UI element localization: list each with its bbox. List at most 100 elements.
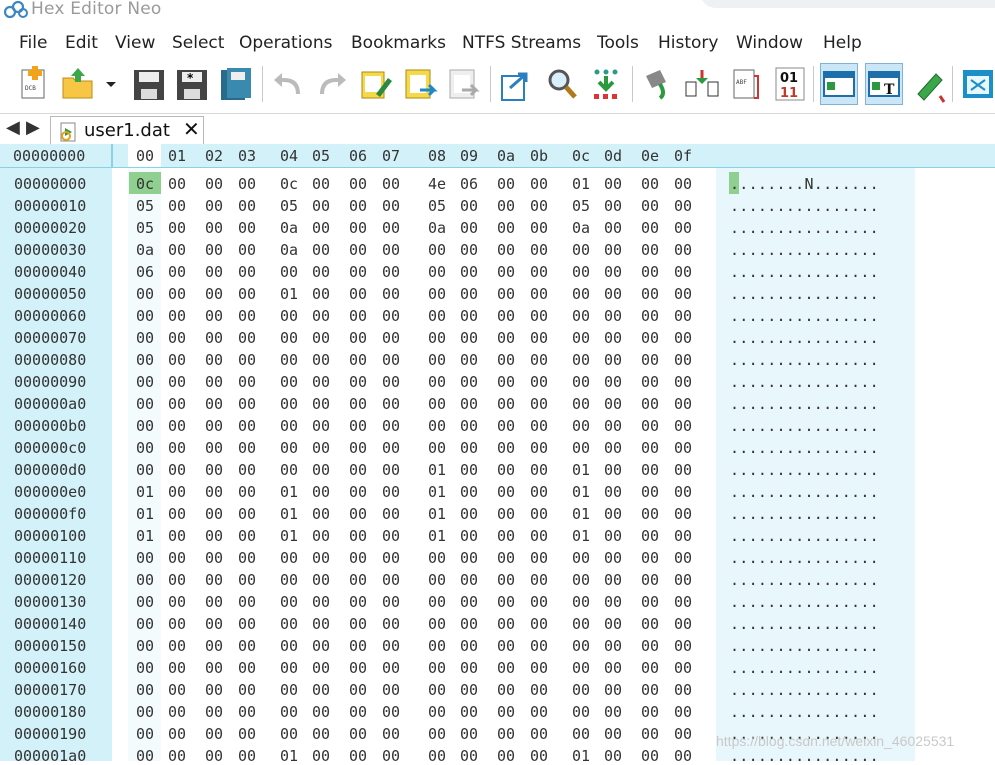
hex-byte[interactable]: 00 [497, 395, 515, 413]
save-all-icon[interactable] [218, 64, 254, 104]
hex-byte[interactable]: 00 [460, 505, 478, 523]
hex-byte[interactable]: 00 [280, 329, 298, 347]
hex-byte[interactable]: 00 [428, 351, 446, 369]
hex-byte[interactable]: 00 [530, 329, 548, 347]
hex-view-icon[interactable] [820, 63, 858, 105]
hex-byte[interactable]: 06 [460, 175, 478, 193]
hex-byte[interactable]: 00 [530, 351, 548, 369]
hex-byte[interactable]: 0a [280, 241, 298, 259]
hex-byte[interactable]: 00 [428, 285, 446, 303]
hex-byte[interactable]: 00 [641, 197, 659, 215]
hex-byte[interactable]: 00 [460, 615, 478, 633]
hex-byte[interactable]: 0a [572, 219, 590, 237]
hex-byte[interactable]: 00 [641, 373, 659, 391]
hex-byte[interactable]: 00 [572, 593, 590, 611]
ascii-row[interactable]: ................ [730, 439, 879, 457]
hex-byte[interactable]: 00 [168, 241, 186, 259]
hex-byte[interactable]: 00 [349, 747, 367, 765]
hex-byte[interactable]: 00 [641, 615, 659, 633]
hex-byte[interactable]: 00 [168, 659, 186, 677]
hex-byte[interactable]: 00 [238, 637, 256, 655]
hex-byte[interactable]: 00 [530, 505, 548, 523]
hex-byte[interactable]: 00 [428, 417, 446, 435]
hex-byte[interactable]: 00 [205, 395, 223, 413]
hex-byte[interactable]: 06 [136, 263, 154, 281]
hex-byte[interactable]: 00 [460, 571, 478, 589]
hex-byte[interactable]: 00 [205, 483, 223, 501]
hex-byte[interactable]: 00 [238, 351, 256, 369]
hex-byte[interactable]: 0c [280, 175, 298, 193]
hex-byte[interactable]: 00 [349, 219, 367, 237]
hex-byte[interactable]: 00 [382, 461, 400, 479]
hex-byte[interactable]: 00 [641, 747, 659, 765]
hex-byte[interactable]: 00 [349, 197, 367, 215]
hex-byte[interactable]: 00 [604, 285, 622, 303]
hex-byte[interactable]: 00 [572, 263, 590, 281]
hex-byte[interactable]: 00 [280, 439, 298, 457]
hex-byte[interactable]: 00 [530, 549, 548, 567]
hex-byte[interactable]: 00 [168, 197, 186, 215]
hex-byte[interactable]: 00 [280, 549, 298, 567]
hex-byte[interactable]: 00 [674, 175, 692, 193]
hex-byte[interactable]: 00 [460, 659, 478, 677]
hex-byte[interactable]: 00 [280, 263, 298, 281]
find-icon[interactable] [544, 64, 580, 104]
hex-editor-view[interactable]: 00000000 00 01 02 03 04 05 06 07 08 09 0a 0b 0c 0d 0e 0… [0, 144, 995, 765]
hex-byte[interactable]: 00 [674, 527, 692, 545]
hex-byte[interactable]: 01 [280, 527, 298, 545]
hex-byte[interactable]: 00 [205, 505, 223, 523]
hex-byte[interactable]: 00 [382, 241, 400, 259]
hex-byte[interactable]: 00 [136, 307, 154, 325]
hex-byte[interactable]: 00 [497, 483, 515, 501]
hex-byte[interactable]: 00 [168, 307, 186, 325]
hex-byte[interactable]: 00 [312, 175, 330, 193]
hex-byte[interactable]: 00 [205, 747, 223, 765]
hex-byte[interactable]: 00 [382, 175, 400, 193]
hex-byte[interactable]: 01 [572, 505, 590, 523]
hex-byte[interactable]: 00 [205, 219, 223, 237]
menu-select[interactable]: Select [172, 30, 224, 56]
hex-byte[interactable]: 00 [428, 307, 446, 325]
hex-byte[interactable]: 00 [604, 615, 622, 633]
hex-byte[interactable]: 00 [205, 263, 223, 281]
hex-byte[interactable]: 00 [168, 703, 186, 721]
hex-byte[interactable]: 00 [312, 439, 330, 457]
hex-byte[interactable]: 00 [572, 395, 590, 413]
hex-byte[interactable]: 00 [382, 417, 400, 435]
hex-byte[interactable]: 00 [460, 285, 478, 303]
hex-byte[interactable]: 00 [205, 175, 223, 193]
hex-byte[interactable]: 00 [674, 637, 692, 655]
hex-byte[interactable]: 00 [530, 483, 548, 501]
hex-byte[interactable]: 00 [382, 505, 400, 523]
hex-byte[interactable]: 00 [497, 351, 515, 369]
paste-clipboard-icon[interactable] [402, 64, 438, 104]
hex-byte[interactable]: 00 [428, 373, 446, 391]
hex-byte[interactable]: 00 [641, 593, 659, 611]
hex-byte[interactable]: 00 [280, 395, 298, 413]
hex-byte[interactable]: 01 [136, 505, 154, 523]
highlight-icon[interactable] [910, 64, 946, 104]
hex-byte[interactable]: 00 [604, 659, 622, 677]
hex-byte[interactable]: 00 [349, 329, 367, 347]
hex-byte[interactable]: 4e [428, 175, 446, 193]
hex-byte[interactable]: 00 [349, 615, 367, 633]
hex-byte[interactable]: 00 [674, 417, 692, 435]
edit-patch-icon[interactable] [358, 64, 394, 104]
hex-byte[interactable]: 00 [604, 241, 622, 259]
hex-byte[interactable]: 05 [136, 219, 154, 237]
hex-byte[interactable]: 00 [136, 637, 154, 655]
hex-byte[interactable]: 00 [136, 571, 154, 589]
fullscreen-icon[interactable] [960, 64, 995, 104]
hex-byte[interactable]: 00 [460, 483, 478, 501]
hex-byte[interactable]: 00 [238, 285, 256, 303]
hex-byte[interactable]: 01 [572, 483, 590, 501]
hex-byte[interactable]: 00 [428, 747, 446, 765]
hex-byte[interactable]: 05 [572, 197, 590, 215]
hex-byte[interactable]: 00 [349, 659, 367, 677]
hex-byte[interactable]: 01 [136, 483, 154, 501]
hex-byte[interactable]: 00 [674, 483, 692, 501]
hex-byte[interactable]: 00 [460, 395, 478, 413]
hex-byte[interactable]: 00 [349, 395, 367, 413]
hex-byte[interactable]: 00 [497, 197, 515, 215]
hex-byte[interactable]: 00 [382, 527, 400, 545]
